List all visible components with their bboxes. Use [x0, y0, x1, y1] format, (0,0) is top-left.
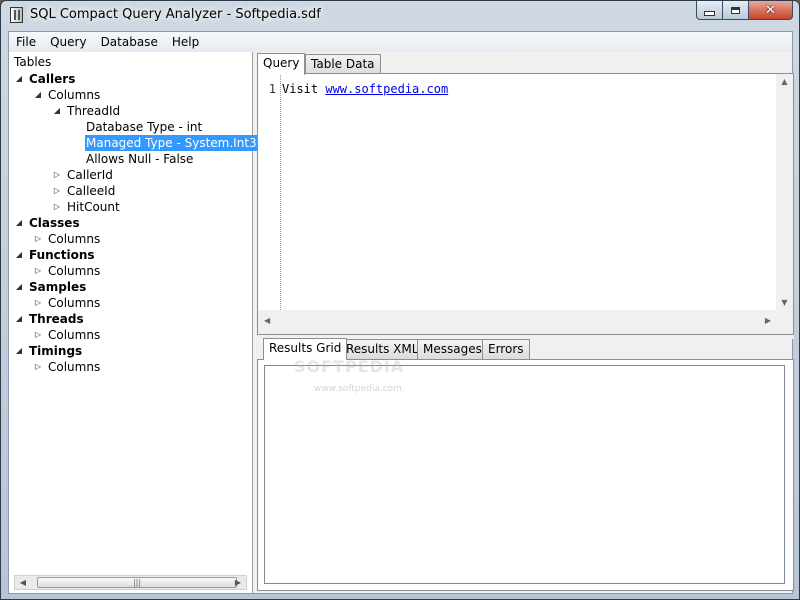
scroll-left-icon[interactable]: ◀ — [16, 576, 30, 589]
scroll-corner — [776, 310, 793, 334]
collapsed-arrow-icon[interactable]: ▷ — [33, 295, 43, 311]
tree-item[interactable]: ▷ Columns — [9, 263, 252, 279]
query-text: Visit — [282, 82, 326, 96]
results-grid[interactable] — [264, 365, 785, 584]
close-button[interactable]: ✕ — [749, 1, 793, 20]
tree-item-label: Classes — [29, 216, 80, 230]
tree-item-label: Columns — [48, 264, 101, 278]
tree-item[interactable]: ◢ Threads — [9, 311, 252, 327]
tree-item[interactable]: ◢ ThreadId — [9, 103, 252, 119]
tree-item-label: CalleeId — [67, 184, 116, 198]
expanded-arrow-icon[interactable]: ◢ — [52, 103, 62, 119]
window-title: SQL Compact Query Analyzer - Softpedia.s… — [30, 7, 321, 22]
menu-bar: File Query Database Help — [9, 32, 792, 52]
tree-item[interactable]: ◢ Columns — [9, 87, 252, 103]
menu-database[interactable]: Database — [94, 32, 165, 52]
query-editor[interactable]: Visit www.softpedia.com — [282, 82, 448, 96]
tree-item-label: Columns — [48, 296, 101, 310]
collapsed-arrow-icon[interactable]: ▷ — [52, 199, 62, 215]
tree-item[interactable]: ▷ Columns — [9, 327, 252, 343]
tree-item-label: Columns — [48, 328, 101, 342]
tree-item[interactable]: ◢ Timings — [9, 343, 252, 359]
collapsed-arrow-icon[interactable]: ▷ — [52, 183, 62, 199]
minimize-icon — [704, 10, 715, 16]
query-editor-panel: 1 Visit www.softpedia.com ▲ ▼ ◀ ▶ — [257, 73, 794, 335]
tree-item-label: HitCount — [67, 200, 120, 214]
scroll-down-icon[interactable]: ▼ — [776, 298, 793, 307]
collapsed-arrow-icon[interactable]: ▷ — [33, 327, 43, 343]
tree-item-label: Threads — [29, 312, 84, 326]
tab-table-data[interactable]: Table Data — [305, 54, 381, 74]
query-link[interactable]: www.softpedia.com — [325, 82, 448, 96]
tab-results-xml[interactable]: Results XML — [340, 339, 425, 359]
caption-buttons: ✕ — [696, 1, 793, 21]
app-window: SQL Compact Query Analyzer - Softpedia.s… — [0, 0, 800, 600]
editor-horizontal-scrollbar[interactable]: ◀ ▶ — [258, 310, 777, 334]
minimize-button[interactable] — [696, 1, 723, 20]
tab-query[interactable]: Query — [257, 53, 306, 75]
menu-query[interactable]: Query — [43, 32, 93, 52]
scroll-thumb[interactable]: ||| — [37, 577, 237, 588]
scroll-up-icon[interactable]: ▲ — [776, 77, 793, 86]
maximize-icon — [731, 6, 740, 14]
tree-horizontal-scrollbar[interactable]: ◀ ||| ▶ — [14, 575, 247, 590]
tree-item-label: Timings — [29, 344, 83, 358]
expanded-arrow-icon[interactable]: ◢ — [33, 87, 43, 103]
title-bar[interactable]: SQL Compact Query Analyzer - Softpedia.s… — [1, 1, 799, 31]
expanded-arrow-icon[interactable]: ◢ — [14, 71, 24, 87]
line-number: 1 — [268, 82, 276, 96]
tree-item-label: Columns — [48, 360, 101, 374]
menu-help[interactable]: Help — [165, 32, 206, 52]
client-area: File Query Database Help Tables ◢ Callers… — [8, 31, 794, 594]
tree-header: Tables — [14, 55, 52, 69]
scroll-left-icon[interactable]: ◀ — [264, 316, 270, 325]
line-number-gutter: 1 — [258, 74, 281, 310]
tree-item[interactable]: ◢ Functions — [9, 247, 252, 263]
tree-item[interactable]: ▷ CalleeId — [9, 183, 252, 199]
expanded-arrow-icon[interactable]: ◢ — [14, 343, 24, 359]
close-icon: ✕ — [765, 2, 776, 18]
expanded-arrow-icon[interactable]: ◢ — [14, 247, 24, 263]
tree-item-label: Callers — [29, 72, 76, 86]
scroll-right-icon[interactable]: ▶ — [231, 576, 245, 589]
tree-item[interactable]: Allows Null - False — [9, 151, 252, 167]
expanded-arrow-icon[interactable]: ◢ — [14, 215, 24, 231]
tree-item[interactable]: ▷ Columns — [9, 231, 252, 247]
tree-item-label: Database Type - int — [86, 120, 203, 134]
scroll-right-icon[interactable]: ▶ — [765, 316, 771, 325]
menu-file[interactable]: File — [9, 32, 43, 52]
tree-item[interactable]: ▷ HitCount — [9, 199, 252, 215]
tree-item[interactable]: ▷ CallerId — [9, 167, 252, 183]
tree-item[interactable]: ◢ Classes — [9, 215, 252, 231]
tree-item[interactable]: ◢ Callers — [9, 71, 252, 87]
collapsed-arrow-icon[interactable]: ▷ — [33, 263, 43, 279]
maximize-button[interactable] — [723, 1, 749, 20]
tree-item-label: Allows Null - False — [86, 152, 194, 166]
collapsed-arrow-icon[interactable]: ▷ — [52, 167, 62, 183]
tree-item-label: Columns — [48, 88, 101, 102]
tree-item-label: Samples — [29, 280, 87, 294]
expanded-arrow-icon[interactable]: ◢ — [14, 311, 24, 327]
tree-item-label: CallerId — [67, 168, 113, 182]
tree-item-label: Functions — [29, 248, 95, 262]
tree-item-label: Columns — [48, 232, 101, 246]
collapsed-arrow-icon[interactable]: ▷ — [33, 359, 43, 375]
tree-item-label: Managed Type - System.Int32 — [85, 135, 266, 151]
tab-messages[interactable]: Messages — [417, 339, 488, 359]
watermark-url: www.softpedia.com — [314, 384, 402, 394]
tables-tree[interactable]: Tables ◢ Callers ◢ Columns ◢ ThreadId Database… — [9, 52, 266, 593]
tree-item[interactable]: Database Type - int — [9, 119, 252, 135]
tab-results-grid[interactable]: Results Grid — [263, 338, 348, 360]
app-icon[interactable] — [10, 7, 23, 23]
tree-item[interactable]: ◢ Samples — [9, 279, 252, 295]
expanded-arrow-icon[interactable]: ◢ — [14, 279, 24, 295]
tree-item[interactable]: ▷ Columns — [9, 359, 252, 375]
grip-icon: ||| — [132, 578, 142, 587]
tree-item-label: ThreadId — [67, 104, 121, 118]
collapsed-arrow-icon[interactable]: ▷ — [33, 231, 43, 247]
editor-vertical-scrollbar[interactable]: ▲ ▼ — [776, 74, 793, 310]
tree-item[interactable]: Managed Type - System.Int32 — [9, 135, 266, 151]
tree-item[interactable]: ▷ Columns — [9, 295, 252, 311]
tab-errors[interactable]: Errors — [482, 339, 530, 359]
